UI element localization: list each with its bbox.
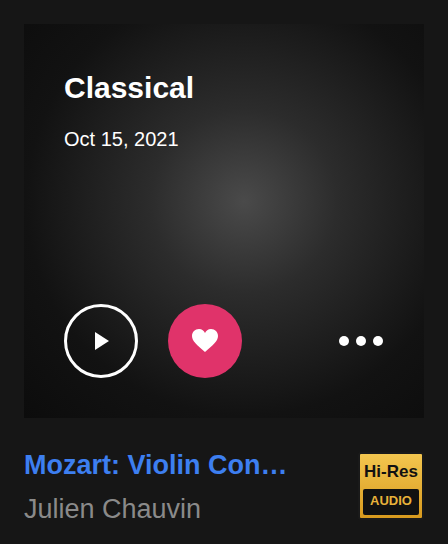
more-icon [338, 335, 384, 347]
album-card[interactable]: Classical Oct 15, 2021 Mozart: Violin Con…… [0, 0, 448, 526]
release-date: Oct 15, 2021 [64, 126, 384, 152]
badge-bottom: AUDIO [363, 489, 419, 515]
album-cover[interactable]: Classical Oct 15, 2021 [24, 24, 424, 418]
album-info: Mozart: Violin Con… Julien ChauvinHi-ResA… [24, 418, 424, 526]
album-texts: Mozart: Violin Con… Julien Chauvin [24, 448, 358, 526]
genre-label: Classical [64, 70, 384, 106]
heart-icon [191, 328, 219, 354]
play-icon [91, 330, 111, 352]
cover-header: Classical Oct 15, 2021 [64, 70, 384, 152]
badge-top: Hi-Res [360, 454, 422, 489]
favorite-button[interactable] [168, 304, 242, 378]
play-button[interactable] [64, 304, 138, 378]
artist-name[interactable]: Julien Chauvin [24, 492, 358, 526]
hires-badge: Hi-ResAUDIO [358, 452, 424, 520]
album-title[interactable]: Mozart: Violin Con… [24, 448, 358, 482]
cover-controls [64, 304, 384, 378]
more-button[interactable] [338, 335, 384, 347]
